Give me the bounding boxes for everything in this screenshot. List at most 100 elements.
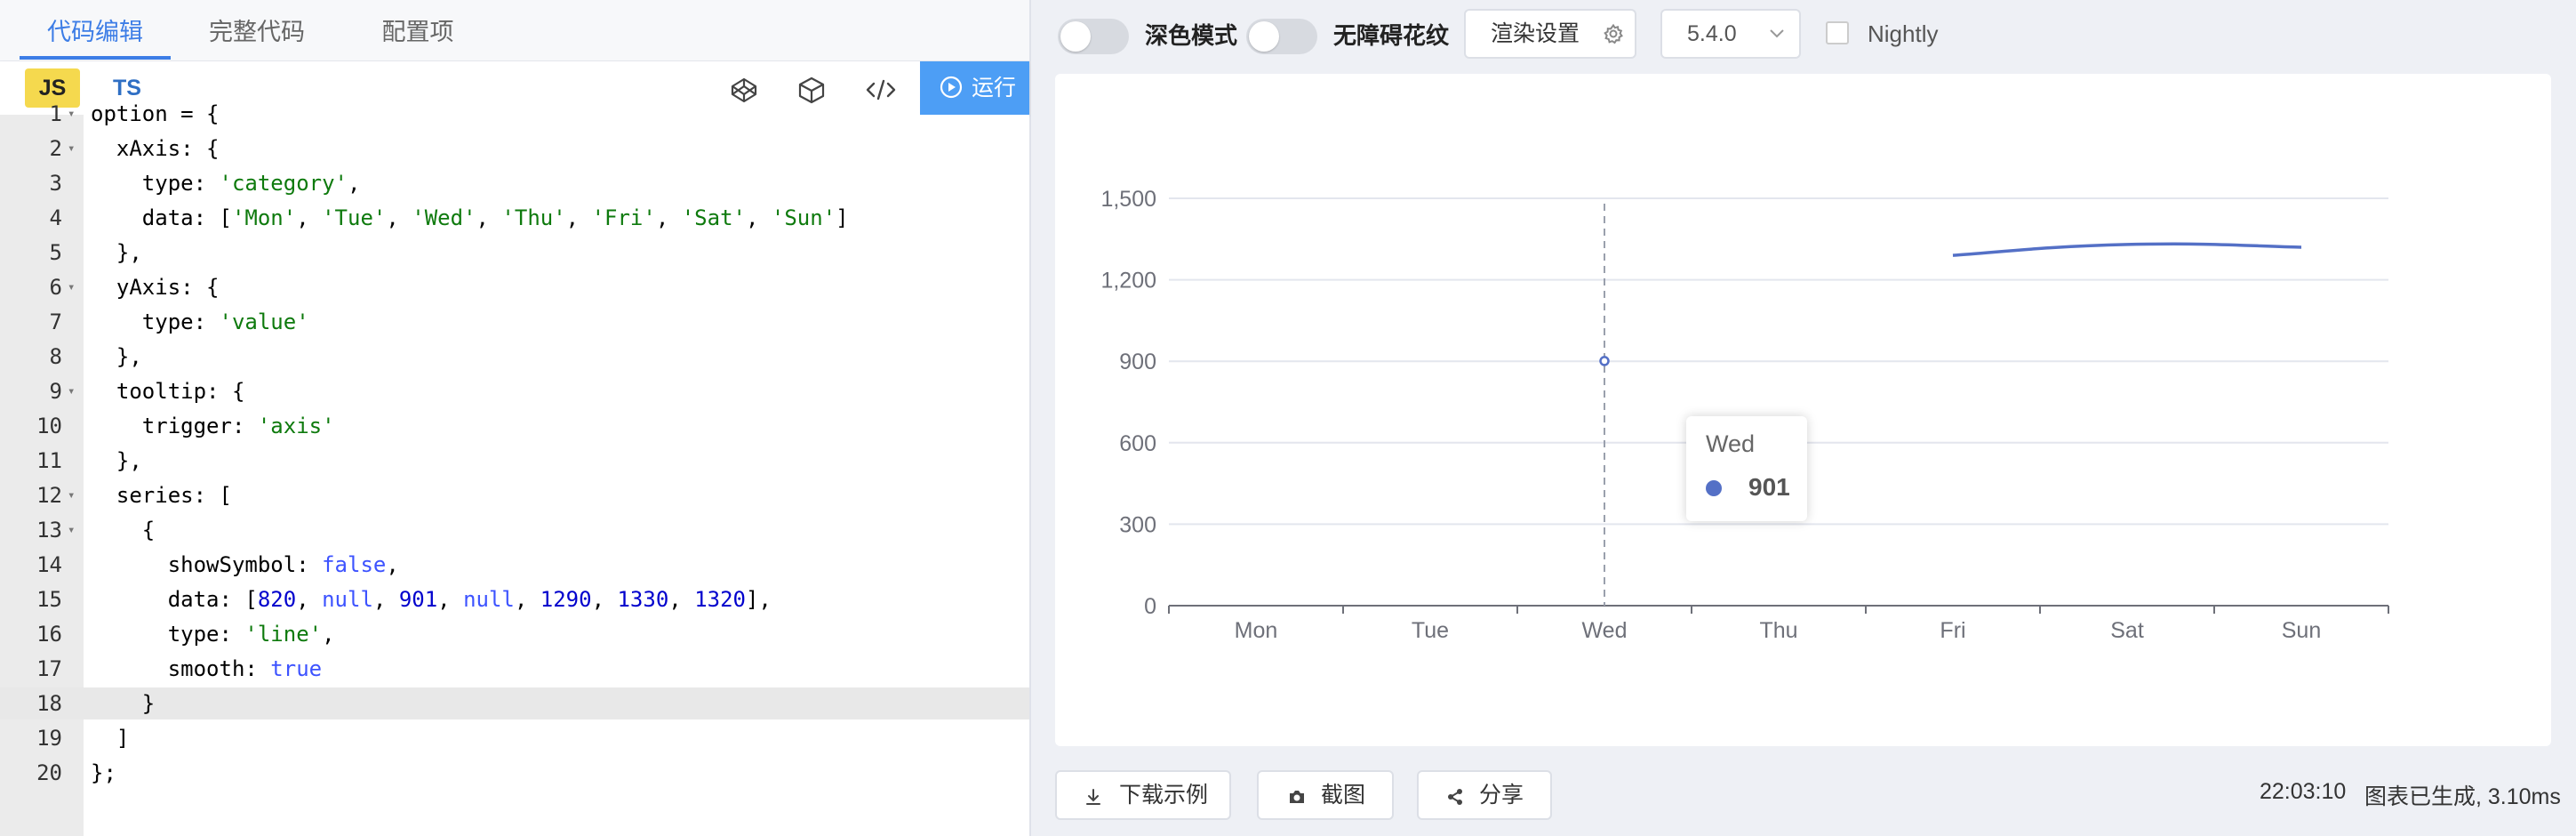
code-line[interactable]: 10 trigger: 'axis' [0, 410, 1029, 442]
nightly-label: Nightly [1868, 20, 1939, 47]
code-line[interactable]: 12 ▾ series: [ [0, 479, 1029, 511]
line-number: 11 [36, 448, 62, 473]
code-text: data: ['Mon', 'Tue', 'Wed', 'Thu', 'Fri'… [91, 205, 849, 230]
code-line[interactable]: 5 }, [0, 237, 1029, 269]
line-number: 2 [49, 136, 62, 161]
chart-panel[interactable]: 0 300 600 900 1,200 1,500 Mon Tue Wed Thu Fri Sat Su… [1055, 74, 2551, 746]
code-line[interactable]: 3 type: 'category', [0, 167, 1029, 199]
y-tick-label: 600 [1119, 431, 1156, 456]
code-line[interactable]: 11 }, [0, 445, 1029, 477]
code-line[interactable]: 7 type: 'value' [0, 306, 1029, 338]
line-number: 8 [49, 344, 62, 369]
editor-tab-bar: 代码编辑 完整代码 配置项 [0, 0, 1029, 61]
camera-icon [1290, 791, 1304, 803]
code-text: type: 'line', [91, 622, 335, 647]
code-editor[interactable]: 1 ▾ option = {2 ▾ xAxis: {3 type: 'category… [0, 101, 1029, 836]
line-chart[interactable]: 0 300 600 900 1,200 1,500 Mon Tue Wed Thu Fri Sat Su… [1055, 74, 2551, 746]
fold-arrow-icon[interactable]: ▾ [68, 271, 75, 303]
decal-label: 无障碍花纹 [1333, 22, 1450, 49]
code-line[interactable]: 18 } [0, 687, 1029, 719]
share-button[interactable]: 分享 [1417, 770, 1552, 820]
line-number: 16 [36, 622, 62, 647]
toggle-knob [1249, 21, 1279, 52]
download-example-label: 下载示例 [1119, 783, 1209, 808]
code-line[interactable]: 8 }, [0, 341, 1029, 373]
code-text: }; [91, 760, 116, 785]
nightly-checkbox[interactable] [1826, 21, 1849, 44]
y-tick-label: 1,200 [1100, 269, 1156, 293]
code-text: series: [ [91, 483, 232, 508]
tab-options[interactable]: 配置项 [364, 0, 471, 60]
code-line[interactable]: 1 ▾ option = { [0, 98, 1029, 130]
screenshot-button[interactable]: 截图 [1257, 770, 1394, 820]
tab-code-edit[interactable]: 代码编辑 [20, 0, 171, 60]
code-line[interactable]: 20}; [0, 757, 1029, 789]
x-tick-label: Wed [1582, 618, 1628, 643]
render-settings-button[interactable]: 渲染设置 [1464, 9, 1636, 59]
dark-mode-label: 深色模式 [1145, 22, 1238, 49]
fold-arrow-icon[interactable]: ▾ [68, 479, 75, 511]
code-text: option = { [91, 101, 220, 126]
status-time: 22:03:10 [2260, 779, 2347, 804]
y-tick-label: 1,500 [1100, 187, 1156, 212]
line-number: 19 [36, 726, 62, 751]
toggle-knob [1060, 21, 1091, 52]
download-example-button[interactable]: 下载示例 [1055, 770, 1231, 820]
code-line[interactable]: 9 ▾ tooltip: { [0, 375, 1029, 407]
code-line[interactable]: 15 data: [820, null, 901, null, 1290, 13… [0, 583, 1029, 615]
code-text: smooth: true [91, 656, 323, 681]
code-line[interactable]: 14 showSymbol: false, [0, 549, 1029, 581]
chevron-down-icon [1770, 29, 1784, 38]
line-number: 5 [49, 240, 62, 265]
line-number: 17 [36, 656, 62, 681]
y-tick-label: 0 [1144, 594, 1156, 619]
active-tab-underline [20, 56, 171, 60]
code-line[interactable]: 6 ▾ yAxis: { [0, 271, 1029, 303]
version-select[interactable]: 5.4.0 [1660, 9, 1801, 59]
code-text: }, [91, 344, 142, 369]
code-text: showSymbol: false, [91, 552, 399, 577]
code-line[interactable]: 2 ▾ xAxis: { [0, 133, 1029, 165]
render-settings-label: 渲染设置 [1491, 21, 1580, 46]
line-number: 15 [36, 587, 62, 612]
code-line[interactable]: 19 ] [0, 722, 1029, 754]
decal-toggle[interactable] [1246, 19, 1317, 54]
tooltip-value: 901 [1748, 473, 1790, 501]
fold-arrow-icon[interactable]: ▾ [68, 375, 75, 407]
line-number: 14 [36, 552, 62, 577]
x-tick-label: Tue [1412, 618, 1449, 643]
fold-arrow-icon[interactable]: ▾ [68, 98, 75, 130]
x-tick-label: Thu [1759, 618, 1797, 643]
tooltip-series-marker [1706, 480, 1722, 496]
line-number: 4 [49, 205, 62, 230]
code-line[interactable]: 16 type: 'line', [0, 618, 1029, 650]
code-text: }, [91, 240, 142, 265]
line-number: 7 [49, 309, 62, 334]
y-tick-label: 900 [1119, 350, 1156, 374]
code-text: trigger: 'axis' [91, 414, 335, 438]
version-value: 5.4.0 [1687, 21, 1737, 46]
fold-arrow-icon[interactable]: ▾ [68, 514, 75, 546]
code-text: yAxis: { [91, 275, 220, 300]
play-circle-icon [940, 76, 963, 99]
fold-arrow-icon[interactable]: ▾ [68, 133, 75, 165]
code-text: ] [91, 726, 130, 751]
x-tick-label: Sun [2282, 618, 2321, 643]
screenshot-label: 截图 [1321, 783, 1366, 808]
line-number: 13 [36, 518, 62, 543]
tab-full-code[interactable]: 完整代码 [194, 0, 320, 60]
line-number: 3 [49, 171, 62, 196]
series-line [1952, 242, 2302, 257]
dark-mode-toggle[interactable] [1058, 19, 1129, 54]
x-tick-label: Fri [1940, 618, 1965, 643]
code-line[interactable]: 17 smooth: true [0, 653, 1029, 685]
line-number: 6 [49, 275, 62, 300]
code-line[interactable]: 4 data: ['Mon', 'Tue', 'Wed', 'Thu', 'Fr… [0, 202, 1029, 234]
code-text: }, [91, 448, 142, 473]
line-number: 20 [36, 760, 62, 785]
tooltip-category: Wed [1706, 430, 1756, 457]
editor-pane: 代码编辑 完整代码 配置项 JS TS 运行 1 ▾ option = {2 … [0, 0, 1031, 836]
code-line[interactable]: 13 ▾ { [0, 514, 1029, 546]
highlighted-data-point [1599, 356, 1610, 366]
line-number: 9 [49, 379, 62, 404]
